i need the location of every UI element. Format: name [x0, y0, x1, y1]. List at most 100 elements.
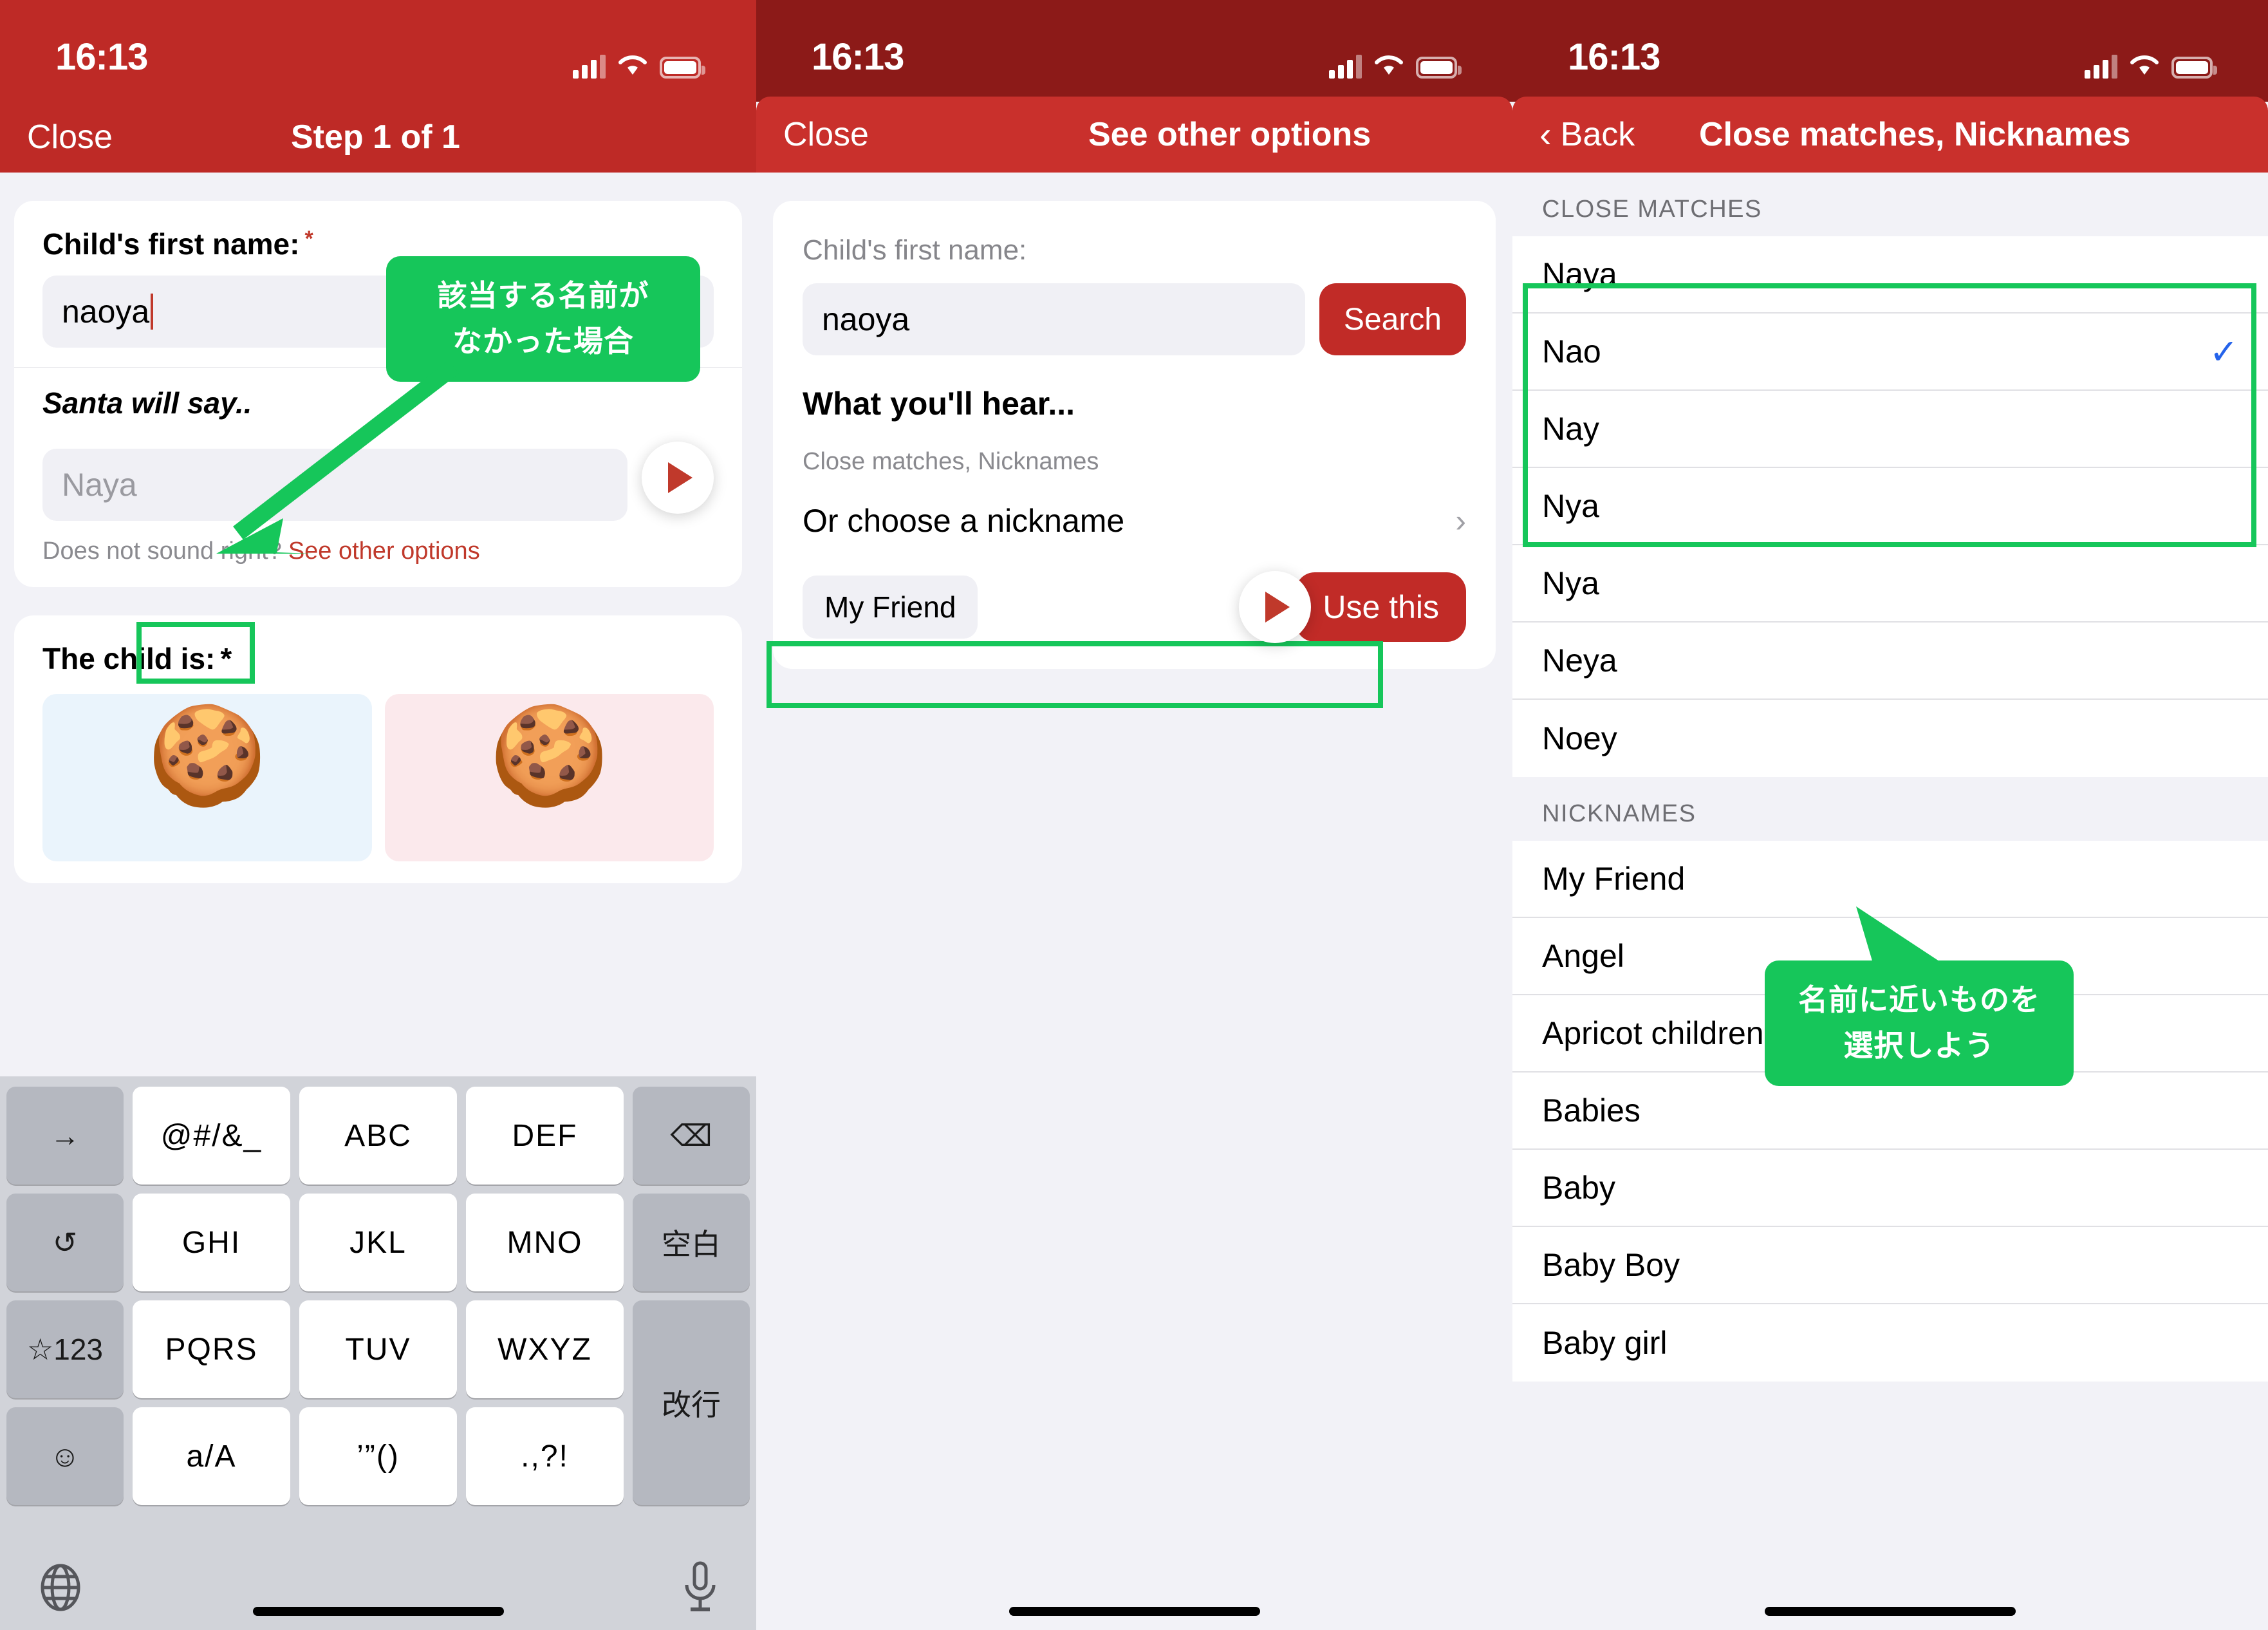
- close-matches-nicknames-subtitle: Close matches, Nicknames: [803, 448, 1099, 475]
- key-ghi[interactable]: GHI: [133, 1194, 290, 1291]
- wifi-icon: [617, 53, 648, 79]
- list-item[interactable]: Nya: [1512, 468, 2268, 545]
- list-item[interactable]: My Friend: [1512, 841, 2268, 918]
- key-def[interactable]: DEF: [466, 1087, 624, 1185]
- see-other-options-link[interactable]: See other options: [288, 538, 480, 565]
- santa-pronunciation-value: Naya: [62, 467, 137, 503]
- key-symbols-label: @#/&_: [160, 1118, 263, 1153]
- key-tuv[interactable]: TUV: [299, 1300, 457, 1398]
- or-choose-a-nickname-row[interactable]: Or choose a nickname ›: [803, 487, 1466, 554]
- gender-option-boy[interactable]: 🍪: [42, 694, 372, 861]
- or-choose-a-nickname-label: Or choose a nickname: [803, 503, 1125, 539]
- back-button-label: Back: [1560, 116, 1635, 153]
- key-quotes[interactable]: ’”(): [299, 1407, 457, 1505]
- chevron-left-icon: ‹: [1539, 113, 1552, 155]
- list-item[interactable]: Nya: [1512, 545, 2268, 623]
- wifi-icon-3: [2129, 53, 2160, 79]
- list-item[interactable]: Nay: [1512, 391, 2268, 468]
- gingerbread-boy-icon: 🍪: [147, 701, 268, 809]
- key-pqrs[interactable]: PQRS: [133, 1300, 290, 1398]
- keypad-row-3: PQRS TUV WXYZ: [133, 1300, 624, 1398]
- search-row: naoya Search: [803, 283, 1466, 355]
- keypad-row-4: a/A ’”() .,?!: [133, 1407, 624, 1505]
- key-mno-label: MNO: [507, 1225, 583, 1260]
- list-item[interactable]: Baby: [1512, 1150, 2268, 1227]
- key-mno[interactable]: MNO: [466, 1194, 624, 1291]
- childs-first-name-value: naoya: [62, 294, 150, 330]
- does-not-sound-right-row: Does not sound right? See other options: [42, 538, 714, 565]
- cellular-signal-icon-2: [1329, 53, 1362, 79]
- microphone-icon[interactable]: [680, 1560, 720, 1618]
- search-name-input[interactable]: naoya: [803, 283, 1305, 355]
- cursor-right-key[interactable]: →: [6, 1087, 124, 1185]
- gender-option-girl[interactable]: 🍪: [384, 694, 714, 861]
- list-item[interactable]: Baby girl: [1512, 1304, 2268, 1382]
- play-icon-2: [1265, 592, 1290, 623]
- numbers-symbols-key[interactable]: ☆123: [6, 1300, 124, 1398]
- use-this-button[interactable]: Use this: [1296, 572, 1466, 642]
- gingerbread-girl-icon: 🍪: [488, 701, 609, 809]
- key-ghi-label: GHI: [181, 1225, 241, 1260]
- close-button-label: Close: [27, 118, 113, 156]
- page-title-1: Step 1 of 1: [291, 118, 460, 156]
- key-case-toggle[interactable]: a/A: [133, 1407, 290, 1505]
- search-button-label: Search: [1343, 302, 1442, 337]
- play-icon: [668, 462, 692, 493]
- return-key-label: 改行: [662, 1388, 721, 1421]
- page-title-2: See other options: [1088, 116, 1371, 153]
- backspace-icon: ⌫: [670, 1119, 712, 1152]
- space-key[interactable]: 空白: [633, 1194, 750, 1291]
- return-key[interactable]: 改行: [633, 1300, 750, 1505]
- annotation-bubble-3: 名前に近いものを 選択しよう: [1765, 960, 2074, 1086]
- nicknames-list: My Friend Angel Apricot children Babies …: [1512, 841, 2268, 1382]
- home-indicator-3: [1765, 1607, 2016, 1616]
- santa-pronunciation-field[interactable]: Naya: [42, 449, 627, 521]
- globe-icon[interactable]: [36, 1563, 85, 1615]
- key-abc[interactable]: ABC: [299, 1087, 457, 1185]
- page-title-3: Close matches, Nicknames: [1699, 116, 2131, 153]
- backspace-key[interactable]: ⌫: [633, 1087, 750, 1185]
- list-item-label: Baby: [1542, 1170, 1615, 1206]
- status-bar-2: 16:13: [756, 0, 1512, 102]
- phone-screen-3: 16:13 ‹ Back Close matches, Nicknames CL…: [1512, 0, 2268, 1630]
- list-item[interactable]: Naya: [1512, 236, 2268, 314]
- selected-nickname-chip[interactable]: My Friend: [803, 576, 978, 639]
- play-button-1[interactable]: [642, 442, 714, 514]
- back-button[interactable]: ‹ Back: [1539, 115, 1635, 154]
- list-item-label: Apricot children: [1542, 1015, 1764, 1051]
- gender-options: 🍪 🍪: [42, 694, 714, 861]
- close-button-2[interactable]: Close: [783, 115, 869, 154]
- close-matches-list: Naya Nao ✓ Nay Nya Nya Neya Noey: [1512, 236, 2268, 777]
- emoji-key[interactable]: ☺: [6, 1407, 124, 1505]
- key-jkl-label: JKL: [349, 1225, 407, 1260]
- required-asterisk: *: [304, 227, 313, 251]
- list-item[interactable]: Neya: [1512, 623, 2268, 700]
- list-item-label: Babies: [1542, 1092, 1641, 1129]
- list-item[interactable]: Baby Boy: [1512, 1227, 2268, 1304]
- cursor-right-key-label: →: [50, 1119, 80, 1152]
- japanese-keypad[interactable]: → ↺ ☆123 ☺ @#/&_ ABC DEF GHI JKL MNO PQR…: [0, 1076, 756, 1630]
- status-bar-1: 16:13: [0, 0, 756, 102]
- key-symbols[interactable]: @#/&_: [133, 1087, 290, 1185]
- nicknames-section-header: NICKNAMES: [1512, 777, 2268, 841]
- santa-preview-row: Naya: [42, 435, 714, 521]
- undo-key[interactable]: ↺: [6, 1194, 124, 1291]
- play-button-2[interactable]: [1239, 571, 1312, 643]
- status-clock-3: 16:13: [1568, 36, 1660, 78]
- keypad-grid: → ↺ ☆123 ☺ @#/&_ ABC DEF GHI JKL MNO PQR…: [6, 1087, 750, 1505]
- annotation-line-1: 該当する名前が: [437, 279, 649, 312]
- key-punctuation[interactable]: .,?!: [466, 1407, 624, 1505]
- search-button[interactable]: Search: [1319, 283, 1466, 355]
- list-item[interactable]: Noey: [1512, 700, 2268, 777]
- key-jkl[interactable]: JKL: [299, 1194, 457, 1291]
- key-wxyz[interactable]: WXYZ: [466, 1300, 624, 1398]
- close-button-1[interactable]: Close: [27, 118, 113, 156]
- annotation-line-2-p3: 選択しよう: [1843, 1029, 1995, 1063]
- text-caret: [151, 294, 154, 330]
- status-icons-3: [2085, 53, 2217, 79]
- required-asterisk-2: *: [220, 642, 232, 675]
- nav-bar-2: Close See other options: [756, 97, 1512, 173]
- list-item[interactable]: Nao ✓: [1512, 314, 2268, 391]
- nickname-actions: Use this: [1239, 571, 1466, 643]
- other-options-card: Child's first name: naoya Search What yo…: [773, 201, 1496, 669]
